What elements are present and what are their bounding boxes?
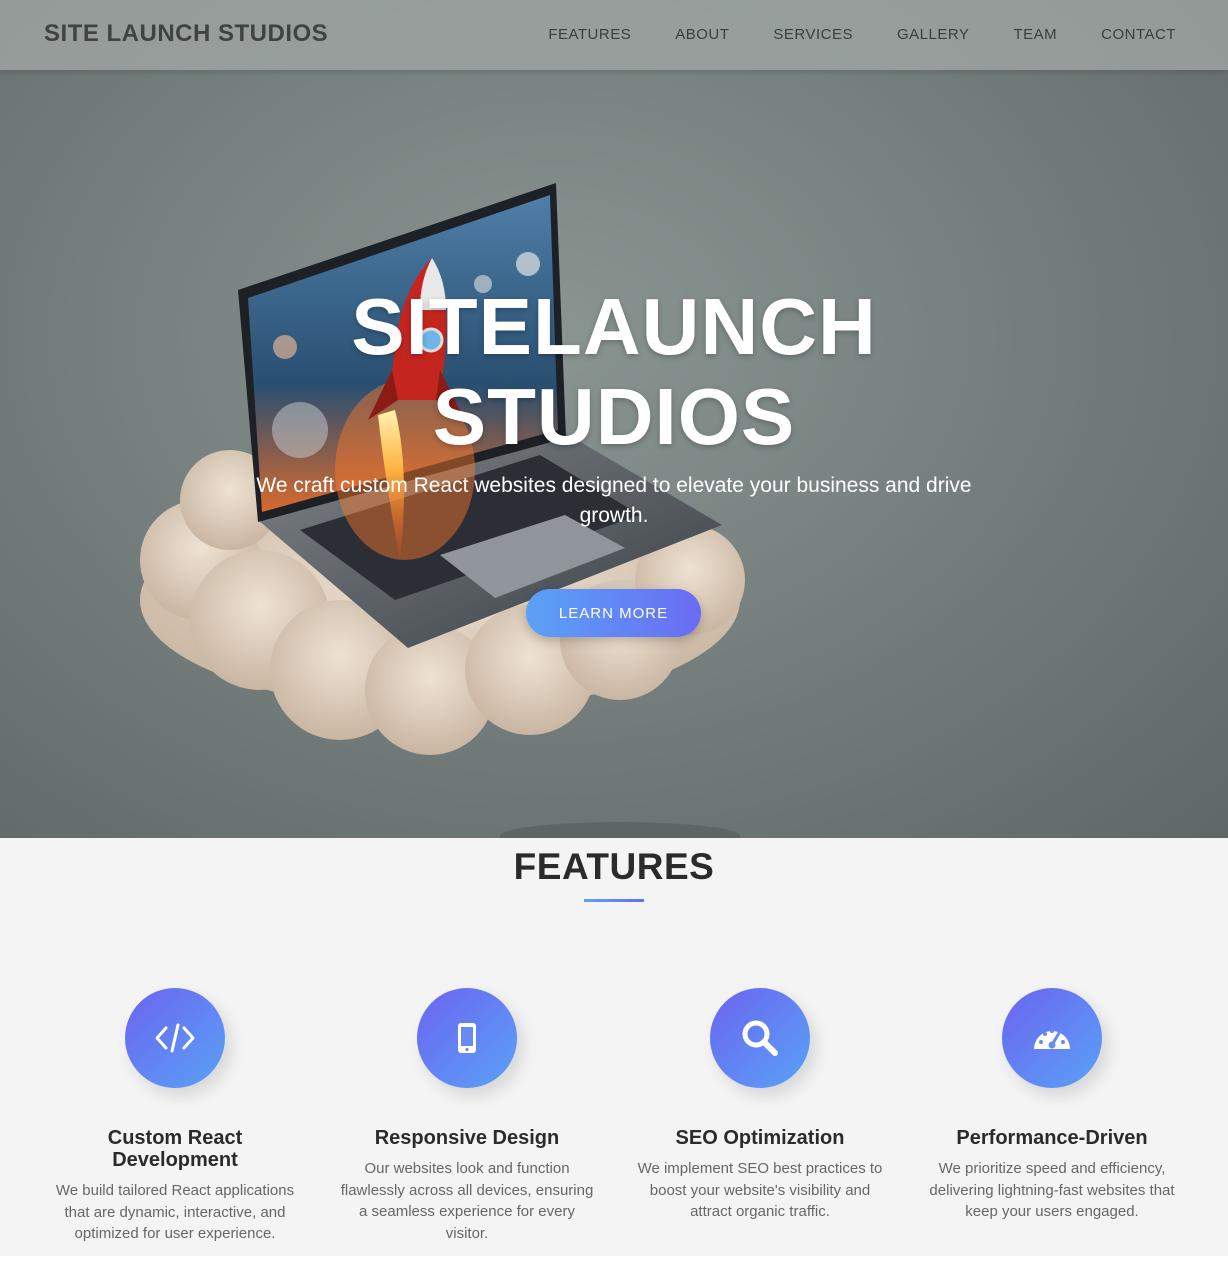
navbar: SITE LAUNCH STUDIOS FEATURES ABOUT SERVI…: [0, 0, 1228, 70]
feature-description: Our websites look and function flawlessl…: [340, 1160, 594, 1242]
features-heading: FEATURES: [513, 846, 715, 887]
nav-link-about[interactable]: ABOUT: [675, 26, 729, 43]
nav-links: FEATURES ABOUT SERVICES GALLERY TEAM CON…: [504, 26, 1176, 43]
nav-link-gallery[interactable]: GALLERY: [897, 26, 969, 43]
feature-title: SEO Optimization: [675, 1127, 845, 1149]
feature-description: We prioritize speed and efficiency, deli…: [929, 1160, 1175, 1220]
nav-link-contact[interactable]: CONTACT: [1101, 26, 1176, 43]
hero-title-line-1: SITELAUNCH: [351, 282, 877, 371]
nav-link-services[interactable]: SERVICES: [773, 26, 853, 43]
feature-title: Responsive Design: [374, 1127, 560, 1149]
mobile-icon: [417, 988, 517, 1088]
feature-description: We implement SEO best practices to boost…: [637, 1160, 883, 1220]
feature-title: Performance-Driven: [956, 1127, 1148, 1149]
hero-section: SITE LAUNCH STUDIOS FEATURES ABOUT SERVI…: [0, 0, 1228, 838]
feature-card-performance: Performance-Driven We prioritize speed a…: [906, 988, 1198, 1223]
features-heading-underline: [584, 899, 644, 902]
hero-title-line-2: STUDIOS: [432, 372, 796, 461]
page-bottom-area: [0, 1256, 1228, 1288]
hero-title: SITELAUNCH STUDIOS: [0, 282, 1228, 462]
feature-card-react: Custom React Development We build tailor…: [29, 988, 321, 1245]
search-icon: [710, 988, 810, 1088]
nav-link-team[interactable]: TEAM: [1013, 26, 1057, 43]
hero-subtitle: We craft custom React websites designed …: [256, 474, 972, 527]
feature-card-seo: SEO Optimization We implement SEO best p…: [614, 988, 906, 1223]
features-section: FEATURES Custom React Development We bui…: [0, 838, 1228, 1256]
learn-more-button[interactable]: LEARN MORE: [526, 589, 701, 637]
feature-card-responsive: Responsive Design Our websites look and …: [321, 988, 613, 1244]
nav-link-features[interactable]: FEATURES: [548, 26, 631, 43]
code-icon: [125, 988, 225, 1088]
site-logo[interactable]: SITE LAUNCH STUDIOS: [44, 20, 328, 48]
feature-description: We build tailored React applications tha…: [55, 1182, 295, 1242]
speedometer-icon: [1002, 988, 1102, 1088]
feature-title: Custom React Development: [107, 1127, 243, 1171]
